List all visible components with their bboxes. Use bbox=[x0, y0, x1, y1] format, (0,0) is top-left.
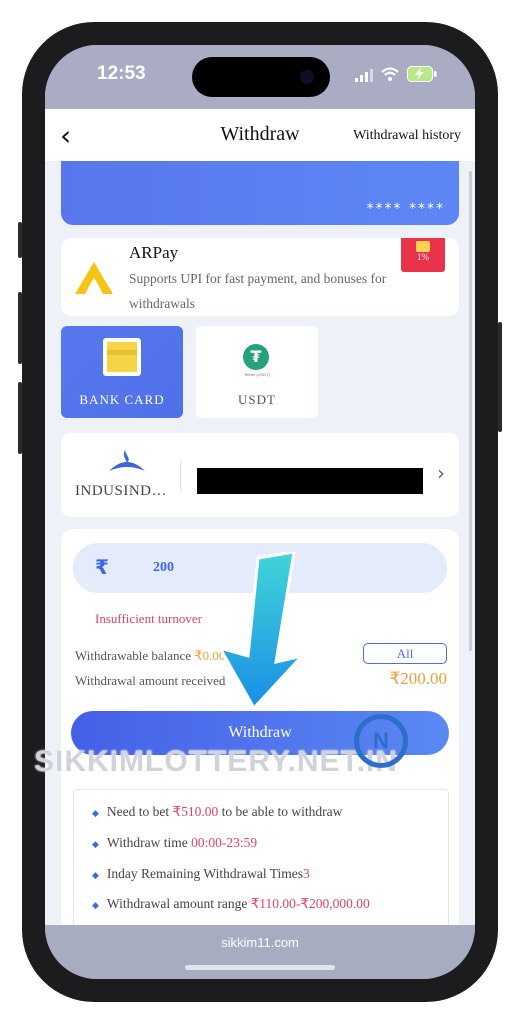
content-area: **** **** ARPay Supports UPI for fast pa… bbox=[45, 161, 475, 925]
received-value: ₹200.00 bbox=[389, 669, 447, 688]
divider bbox=[180, 461, 181, 491]
amount-value: 200 bbox=[153, 560, 174, 575]
camera-icon bbox=[300, 70, 314, 84]
rupee-icon: ₹ bbox=[95, 555, 109, 579]
error-message: Insufficient turnover bbox=[95, 611, 202, 626]
all-button[interactable]: All bbox=[363, 643, 447, 664]
wallet-card: **** **** bbox=[61, 161, 459, 225]
bank-logo-icon bbox=[109, 447, 145, 471]
usdt-icon: ₮ bbox=[243, 344, 269, 370]
status-time: 12:53 bbox=[97, 63, 146, 84]
arpay-title: ARPay bbox=[129, 243, 179, 262]
action-button bbox=[18, 222, 22, 258]
browser-bar: sikkim11.com bbox=[45, 925, 475, 979]
arpay-description: Supports UPI for fast payment, and bonus… bbox=[129, 271, 387, 311]
wifi-icon bbox=[381, 67, 399, 81]
bullet-icon: ◆ bbox=[92, 871, 99, 881]
rule-times: ◆ Inday Remaining Withdrawal Times3 bbox=[92, 866, 310, 881]
bank-card-icon bbox=[103, 338, 141, 376]
usdt-icon-caption: Tether (USDT) bbox=[244, 372, 270, 377]
rule-range: ◆ Withdrawal amount range ₹110.00-₹200,00… bbox=[92, 896, 370, 911]
bullet-icon: ◆ bbox=[92, 809, 99, 819]
arpay-logo-icon bbox=[75, 262, 113, 294]
bank-name: INDUSIND… bbox=[75, 483, 167, 499]
bonus-badge: 1% bbox=[401, 238, 445, 272]
withdrawal-history-link[interactable]: Withdrawal history bbox=[353, 128, 461, 144]
gift-icon bbox=[416, 241, 430, 252]
navigation-bar: ‹ Withdraw Withdrawal history bbox=[45, 109, 475, 161]
withdrawable-balance: Withdrawable balance ₹0.00 bbox=[75, 648, 225, 664]
rule-bet: ◆ Need to bet ₹510.00 to be able to withd… bbox=[92, 804, 343, 819]
signal-icon bbox=[355, 69, 373, 82]
method-label: BANK CARD bbox=[79, 392, 165, 407]
rule-time: ◆ Withdraw time 00:00-23:59 bbox=[92, 835, 258, 850]
received-label: Withdrawal amount received bbox=[75, 673, 226, 688]
withdrawable-label: Withdrawable balance bbox=[75, 648, 192, 663]
battery-charging-icon bbox=[407, 66, 437, 82]
watermark-text: SIKKIMLOTTERY.NET.IN bbox=[34, 745, 398, 778]
method-label: USDT bbox=[238, 392, 276, 407]
bullet-icon: ◆ bbox=[92, 840, 99, 850]
chevron-right-icon: › bbox=[437, 461, 445, 485]
pointer-arrow-icon bbox=[216, 552, 307, 711]
watermark-logo: N bbox=[354, 714, 408, 768]
bonus-badge-text: 1% bbox=[417, 252, 429, 262]
home-indicator[interactable] bbox=[185, 965, 335, 970]
scrollbar[interactable] bbox=[469, 171, 472, 651]
arpay-option[interactable]: ARPay Supports UPI for fast payment, and… bbox=[61, 238, 459, 316]
method-usdt[interactable]: ₮ Tether (USDT) USDT bbox=[196, 326, 318, 418]
dynamic-island bbox=[192, 57, 330, 97]
browser-url[interactable]: sikkim11.com bbox=[45, 935, 475, 950]
masked-card-number: **** **** bbox=[366, 201, 445, 217]
bank-account-selector[interactable]: INDUSIND… › bbox=[61, 433, 459, 517]
power-button bbox=[498, 322, 502, 432]
phone-screen: 12:53 ‹ Withdraw Withdrawal history ****… bbox=[45, 45, 475, 979]
volume-up-button bbox=[18, 292, 22, 364]
volume-down-button bbox=[18, 382, 22, 454]
redacted-account-number bbox=[197, 468, 423, 494]
status-bar: 12:53 bbox=[45, 45, 475, 109]
method-bank-card[interactable]: BANK CARD bbox=[61, 326, 183, 418]
withdraw-rules: ◆ Need to bet ₹510.00 to be able to withd… bbox=[73, 789, 449, 925]
bullet-icon: ◆ bbox=[92, 901, 99, 911]
